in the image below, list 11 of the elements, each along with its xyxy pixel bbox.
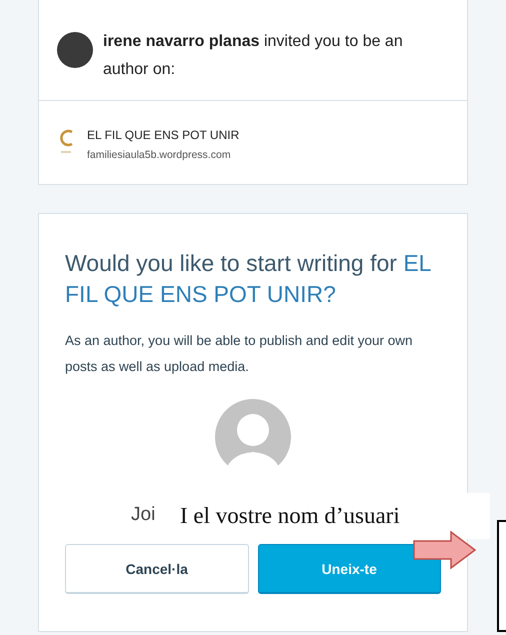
- join-text: Joi: [131, 504, 156, 525]
- site-name: EL FIL QUE ENS POT UNIR: [87, 127, 240, 143]
- inviter-avatar: [57, 32, 93, 68]
- invite-message: irene navarro planas invited you to be an author on:: [103, 32, 404, 80]
- prompt-description: As an author, you will be able to publish and edit your own posts as well as upload media.: [65, 332, 414, 376]
- site-url: familiesiaula5b.wordpress.com: [87, 148, 232, 162]
- right-arrow-icon: [413, 530, 477, 570]
- cancel-button[interactable]: Cancel·la: [65, 544, 248, 594]
- user-silhouette-icon: [214, 398, 292, 478]
- prompt-heading: Would you like to start writing for EL FIL QUE ENS POT UNIR?: [65, 249, 432, 309]
- ring-logo-icon: [59, 129, 75, 155]
